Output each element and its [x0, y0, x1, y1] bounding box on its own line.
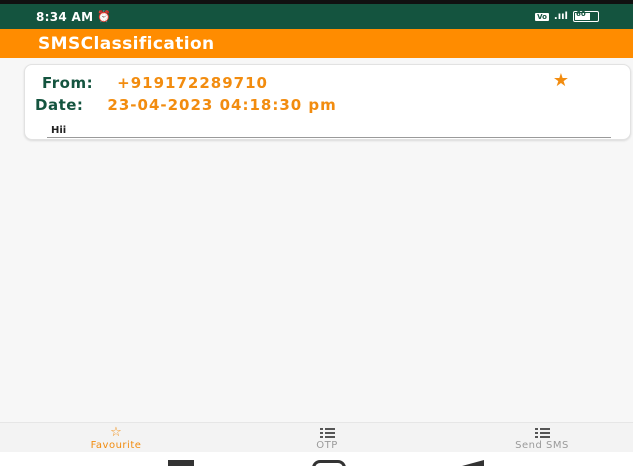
from-row: From: +919172289710: [42, 74, 268, 92]
list-icon: [482, 425, 602, 440]
message-body: Hii: [51, 125, 67, 136]
sender-number: +919172289710: [117, 74, 268, 92]
tab-favourite-label: Favourite: [90, 440, 142, 451]
system-navigation-bar: [0, 452, 633, 466]
message-list: From: +919172289710 Date: 23-04-2023 04:…: [0, 58, 633, 422]
favourite-star-icon[interactable]: ★: [553, 72, 569, 90]
signal-icon: .ııl: [553, 11, 568, 22]
star-outline-icon: ☆: [110, 425, 122, 440]
tab-otp-label: OTP: [316, 440, 338, 451]
status-indicators: Vo .ııl 60: [535, 10, 599, 22]
status-bar: 8:34 AM ⏰ Vo .ııl 60: [0, 4, 633, 29]
tab-otp[interactable]: OTP: [267, 423, 387, 453]
app-title: SMSClassification: [38, 33, 215, 54]
back-button[interactable]: [462, 460, 484, 466]
message-divider: [47, 137, 611, 138]
message-date: 23-04-2023 04:18:30 pm: [107, 96, 337, 114]
tab-send-sms[interactable]: Send SMS: [482, 423, 602, 453]
sms-card[interactable]: From: +919172289710 Date: 23-04-2023 04:…: [24, 64, 631, 140]
alarm-icon: ⏰: [97, 10, 112, 23]
battery-level: 60: [576, 10, 586, 18]
app-bar: SMSClassification: [0, 29, 633, 58]
tab-send-sms-label: Send SMS: [515, 440, 569, 451]
from-label: From:: [42, 74, 94, 92]
bottom-navigation: ☆ Favourite OTP Send SMS: [0, 422, 633, 452]
recent-apps-button[interactable]: [168, 460, 194, 466]
tab-favourite[interactable]: ☆ Favourite: [56, 423, 176, 453]
status-time: 8:34 AM: [36, 9, 94, 24]
volte-icon: Vo: [535, 12, 549, 21]
date-label: Date:: [35, 96, 84, 114]
home-button[interactable]: [312, 460, 346, 466]
date-row: Date: 23-04-2023 04:18:30 pm: [35, 96, 337, 114]
list-icon: [267, 425, 387, 440]
battery-icon: 60: [573, 10, 599, 22]
